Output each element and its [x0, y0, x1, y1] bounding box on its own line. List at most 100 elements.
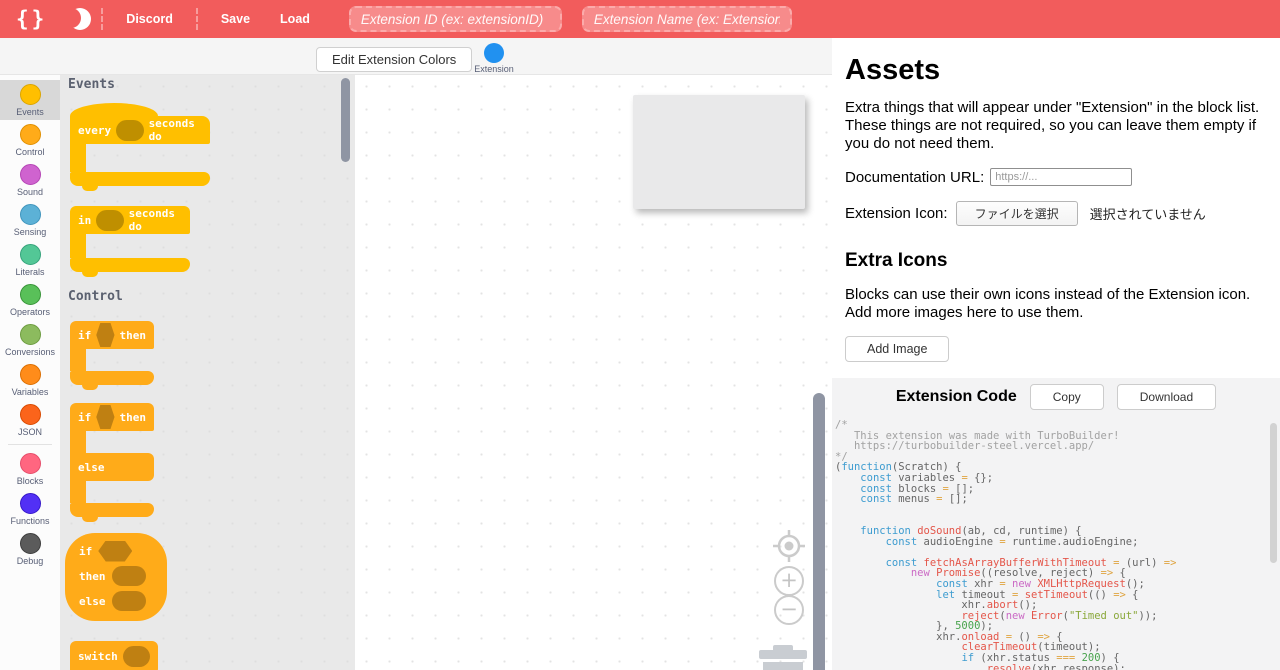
c-arm — [70, 144, 86, 172]
category-color-dot — [19, 124, 41, 145]
category-label: Variables — [11, 387, 49, 397]
sidebar-item-blocks[interactable]: Blocks — [0, 449, 60, 489]
sidebar-item-json[interactable]: JSON — [0, 400, 60, 440]
category-color-dot — [19, 244, 41, 265]
sidebar-item-literals[interactable]: Literals — [0, 240, 60, 280]
header-divider — [195, 8, 198, 30]
sidebar-item-operators[interactable]: Operators — [0, 280, 60, 320]
category-color-dot — [19, 84, 41, 105]
category-list: Events Control Sound Sensing Literals Operato… — [0, 80, 60, 569]
palette-section-events: Events — [68, 77, 115, 92]
trash-lid — [759, 650, 807, 659]
block-if-then-else-reporter[interactable]: if then else — [65, 533, 167, 621]
sidebar-item-functions[interactable]: Functions — [0, 489, 60, 529]
category-divider — [8, 444, 52, 445]
block-if-then-else[interactable]: if then else — [70, 403, 154, 522]
category-label: Operators — [9, 307, 51, 317]
sidebar-item-events[interactable]: Events — [0, 80, 60, 120]
boolean-slot[interactable] — [96, 323, 115, 347]
recenter-crosshair-button[interactable] — [771, 528, 807, 564]
load-button[interactable]: Load — [265, 12, 325, 26]
value-slot[interactable] — [122, 645, 150, 667]
choose-file-button[interactable]: ファイルを選択 — [955, 201, 1078, 226]
extension-code-header: Extension Code Copy Download — [832, 378, 1280, 415]
block-switch[interactable]: switch — [70, 641, 158, 670]
file-selection-status: 選択されていません — [1089, 207, 1206, 222]
sidebar-item-variables[interactable]: Variables — [0, 360, 60, 400]
block-word: if — [79, 544, 93, 558]
block-if-then[interactable]: if then — [70, 321, 154, 390]
discord-button[interactable]: Discord — [111, 12, 188, 26]
category-color-dot — [19, 533, 41, 554]
assets-description-line1: Extra things that will appear under "Ext… — [845, 99, 1260, 116]
block-word: every — [78, 123, 112, 137]
block-every-seconds-do[interactable]: every seconds do — [70, 103, 210, 191]
hat-shape — [70, 103, 158, 116]
zoom-out-button[interactable]: − — [774, 595, 804, 625]
block-word: then — [119, 410, 147, 424]
palette-scrollbar[interactable] — [341, 78, 350, 162]
tab-extension[interactable]: Extension — [472, 41, 516, 74]
block-word: if — [78, 328, 92, 342]
category-color-dot — [19, 404, 41, 425]
documentation-url-input[interactable] — [990, 168, 1133, 186]
category-color-dot — [19, 364, 41, 385]
block-word: then — [119, 328, 147, 342]
sidebar-item-sensing[interactable]: Sensing — [0, 200, 60, 240]
category-label: Blocks — [16, 476, 44, 486]
category-color-dot — [19, 493, 41, 514]
category-sidebar: Events Control Sound Sensing Literals Operato… — [0, 75, 60, 670]
turbobuilder-app: {} Discord Save Load Edit Extension Colo… — [0, 0, 1280, 670]
category-color-dot — [19, 284, 41, 305]
category-label: Literals — [15, 267, 45, 277]
block-word: if — [78, 410, 92, 424]
zoom-in-button[interactable]: + — [774, 566, 804, 596]
crescent-shape — [61, 8, 92, 30]
block-word: switch — [78, 649, 118, 663]
trash-icon[interactable] — [755, 645, 811, 670]
extension-name-input[interactable] — [581, 6, 792, 32]
block-in-seconds-do[interactable]: in seconds do — [70, 206, 190, 277]
block-palette: Events every seconds do in seconds do Co… — [60, 75, 355, 670]
extension-icon-label: Extension Icon: — [845, 205, 948, 222]
top-header: {} Discord Save Load — [0, 0, 1280, 38]
c-arm — [70, 481, 86, 503]
header-divider — [101, 8, 104, 30]
extra-icons-line2: Add more images here to use them. — [845, 304, 1084, 321]
extension-id-input[interactable] — [348, 6, 562, 32]
sidebar-item-control[interactable]: Control — [0, 120, 60, 160]
dark-mode-moon-icon[interactable] — [61, 6, 93, 32]
edit-extension-colors-button[interactable]: Edit Extension Colors — [316, 47, 473, 72]
braces-logo-icon[interactable]: {} — [10, 7, 53, 31]
sidebar-item-sound[interactable]: Sound — [0, 160, 60, 200]
palette-section-control: Control — [68, 289, 123, 304]
number-slot[interactable] — [116, 119, 144, 141]
block-word: else — [78, 460, 105, 474]
canvas-scrollbar[interactable] — [813, 393, 825, 670]
block-word: in — [78, 213, 92, 227]
sidebar-item-debug[interactable]: Debug — [0, 529, 60, 569]
value-slot[interactable] — [111, 591, 146, 611]
c-arm — [70, 349, 86, 371]
block-foot — [70, 503, 154, 522]
c-arm — [70, 234, 86, 258]
copy-code-button[interactable]: Copy — [1029, 383, 1104, 410]
code-scrollbar[interactable] — [1270, 423, 1277, 563]
block-foot — [70, 172, 210, 191]
sidebar-item-conversions[interactable]: Conversions — [0, 320, 60, 360]
c-arm — [70, 431, 86, 453]
assets-title: Assets — [845, 54, 941, 86]
category-label: Control — [15, 147, 45, 157]
block-word: seconds do — [148, 117, 195, 143]
value-slot[interactable] — [111, 566, 146, 586]
number-slot[interactable] — [96, 209, 124, 231]
add-image-button[interactable]: Add Image — [845, 336, 950, 362]
block-foot — [70, 258, 190, 277]
category-label: Sound — [16, 187, 44, 197]
boolean-slot[interactable] — [98, 540, 133, 562]
workspace-canvas[interactable]: + − — [355, 75, 832, 670]
save-button[interactable]: Save — [206, 12, 265, 26]
boolean-slot[interactable] — [96, 405, 115, 429]
download-code-button[interactable]: Download — [1116, 383, 1217, 410]
